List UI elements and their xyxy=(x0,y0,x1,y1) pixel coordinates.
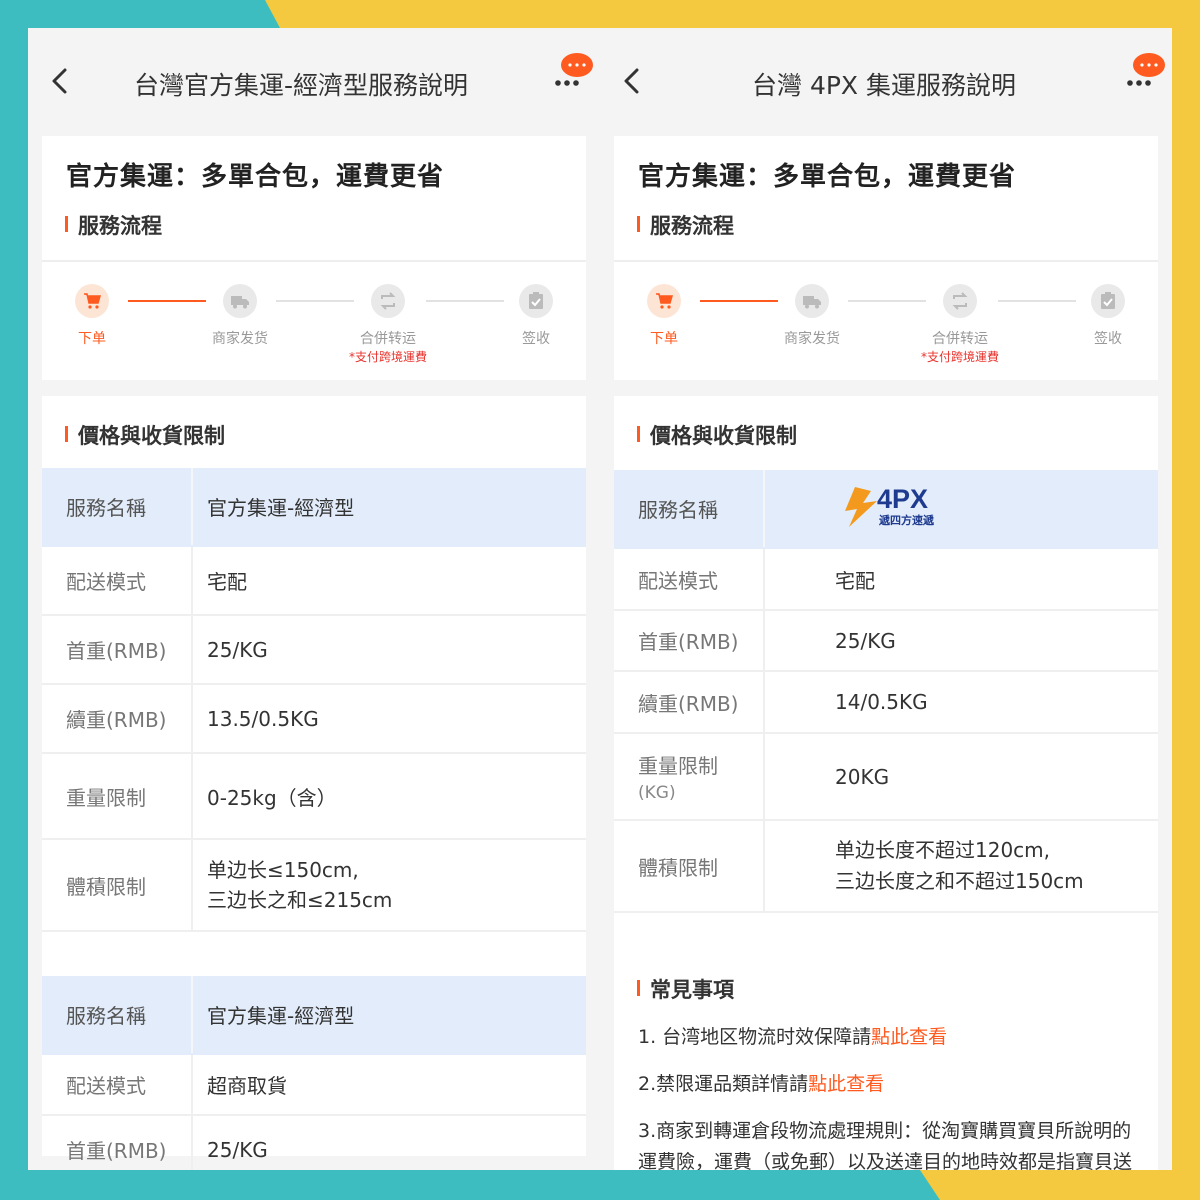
table-row: 首重(RMB) 25/KG xyxy=(614,610,1158,672)
section-title-price: 價格與收貨限制 xyxy=(637,420,797,450)
step-line xyxy=(848,300,926,302)
transfer-icon xyxy=(371,284,405,318)
step-note: *支付跨境運費 xyxy=(920,350,1000,364)
step-label: 签收 xyxy=(522,331,550,347)
truck-icon xyxy=(795,284,829,318)
step-line xyxy=(276,300,354,302)
headline: 官方集運：多單合包，運費更省 xyxy=(66,162,445,192)
left-screen: 台灣官方集運-經濟型服務說明 官方集運：多單合包，運費更省 服務流程 下单 商家… xyxy=(28,28,600,1170)
spec-table-2: 服務名稱 官方集運-經濟型 配送模式 超商取貨 首重(RMB) 25/KG xyxy=(42,976,586,1170)
table-row: 配送模式 宅配 xyxy=(614,548,1158,611)
table-row: 續重(RMB) 13.5/0.5KG xyxy=(42,684,586,754)
faq-item: 3.商家到轉運倉段物流處理規則：從淘寶購買寶貝所說明的運費險，運費（或免郵）以及… xyxy=(638,1120,1133,1170)
section-title-faq: 常見事項 xyxy=(637,974,734,1004)
table-row: 服務名稱 4PX 遞四方速遞 xyxy=(614,470,1158,549)
cart-icon xyxy=(75,284,109,318)
background-yellow-right xyxy=(1172,0,1200,1200)
price-card: 價格與收貨限制 服務名稱 4PX 遞四方速遞 配送模式 宅配 首重(RMB) 25/… xyxy=(614,396,1158,1170)
faq-item: 1. 台湾地区物流时效保障請點此查看 xyxy=(638,1026,948,1048)
process-steps: 下单 商家发货 合併转运 签收 *支付跨境運費 xyxy=(42,260,586,380)
svg-text:4PX: 4PX xyxy=(877,484,928,514)
step-label: 合併转运 xyxy=(932,331,988,347)
table-row: 首重(RMB) 25/KG xyxy=(42,615,586,685)
step-line xyxy=(426,300,504,302)
4px-logo: 4PX 遞四方速遞 xyxy=(845,484,935,527)
process-card: 官方集運：多單合包，運費更省 服務流程 下单 商家发货 合併转运 签收 *支付跨… xyxy=(42,136,586,380)
table-row: 重量限制 0-25kg（含） xyxy=(42,753,586,840)
background-yellow-top xyxy=(265,0,1200,28)
step-label: 合併转运 xyxy=(360,331,416,347)
step-label: 签收 xyxy=(1094,331,1122,347)
background-yellow-bottom xyxy=(920,1170,1200,1200)
step-line xyxy=(700,300,778,302)
section-title-process: 服務流程 xyxy=(65,210,162,240)
clipboard-check-icon xyxy=(1091,284,1125,318)
clipboard-check-icon xyxy=(519,284,553,318)
back-arrow-icon[interactable] xyxy=(622,66,642,96)
section-title-process: 服務流程 xyxy=(637,210,734,240)
step-note: *支付跨境運費 xyxy=(348,350,428,364)
table-row: 體積限制 单边长≤150cm, 三边长之和≤215cm xyxy=(42,839,586,932)
view-link[interactable]: 點此查看 xyxy=(871,1026,947,1048)
truck-icon xyxy=(223,284,257,318)
faq-list: 1. 台湾地区物流时效保障請點此查看 2.禁限運品類詳情請點此查看 3.商家到轉… xyxy=(638,1022,1138,1170)
step-label: 商家发货 xyxy=(212,331,268,347)
step-label: 商家发货 xyxy=(784,331,840,347)
section-title-price: 價格與收貨限制 xyxy=(65,420,225,450)
table-row: 續重(RMB) 14/0.5KG xyxy=(614,671,1158,734)
process-card: 官方集運：多單合包，運費更省 服務流程 下单 商家发货 合併转运 签收 *支付跨… xyxy=(614,136,1158,380)
table-row: 重量限制 (KG) 20KG xyxy=(614,733,1158,821)
headline: 官方集運：多單合包，運費更省 xyxy=(638,162,1017,192)
process-steps: 下单 商家发货 合併转运 签收 *支付跨境運費 xyxy=(614,260,1158,380)
back-arrow-icon[interactable] xyxy=(50,66,70,96)
transfer-icon xyxy=(943,284,977,318)
faq-item: 2.禁限運品類詳情請點此查看 xyxy=(638,1073,885,1095)
spec-table: 服務名稱 4PX 遞四方速遞 配送模式 宅配 首重(RMB) 25/KG 續重(RM… xyxy=(614,470,1158,913)
table-row: 服務名稱 官方集運-經濟型 xyxy=(42,976,586,1055)
spec-table: 服務名稱 官方集運-經濟型 配送模式 宅配 首重(RMB) 25/KG 續重(RMB)… xyxy=(42,468,586,932)
svg-text:遞四方速遞: 遞四方速遞 xyxy=(878,513,935,527)
price-card: 價格與收貨限制 服務名稱 官方集運-經濟型 配送模式 宅配 首重(RMB) 25/KG… xyxy=(42,396,586,1170)
table-row: 體積限制 单边长度不超过120cm, 三边长度之和不超过150cm xyxy=(614,820,1158,913)
more-menu-icon[interactable] xyxy=(1120,52,1168,98)
table-row: 服務名稱 官方集運-經濟型 xyxy=(42,468,586,547)
table-row: 配送模式 宅配 xyxy=(42,546,586,616)
more-menu-icon[interactable] xyxy=(548,52,596,98)
table-row: 配送模式 超商取貨 xyxy=(42,1054,586,1116)
view-link[interactable]: 點此查看 xyxy=(808,1073,884,1095)
nav-bar: 台灣 4PX 集運服務說明 xyxy=(600,28,1172,136)
nav-bar: 台灣官方集運-經濟型服務說明 xyxy=(28,28,600,136)
step-label: 下单 xyxy=(78,331,106,347)
step-line xyxy=(128,300,206,302)
cart-icon xyxy=(647,284,681,318)
page-title: 台灣官方集運-經濟型服務說明 xyxy=(134,71,469,100)
step-line xyxy=(998,300,1076,302)
table-row: 首重(RMB) 25/KG xyxy=(42,1115,586,1170)
page-title: 台灣 4PX 集運服務說明 xyxy=(752,71,1017,100)
step-label: 下单 xyxy=(650,331,678,347)
right-screen: 台灣 4PX 集運服務說明 官方集運：多單合包，運費更省 服務流程 下单 商家发… xyxy=(600,28,1172,1170)
